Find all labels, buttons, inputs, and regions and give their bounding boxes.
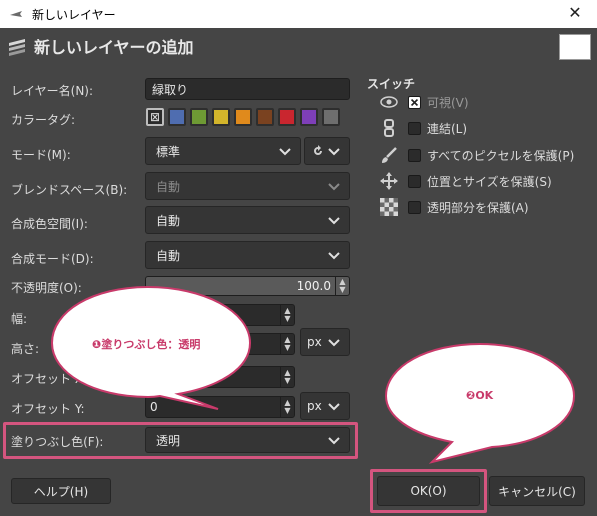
switch-visible[interactable]: 可視(V) <box>380 93 469 111</box>
close-icon[interactable]: ✕ <box>565 3 585 22</box>
chevron-down-icon <box>328 217 340 225</box>
reset-icon <box>314 145 322 155</box>
blend-space-value: 自動 <box>156 179 181 194</box>
mode-label: モード(M): <box>11 148 71 162</box>
cancel-button[interactable]: キャンセル(C) <box>489 476 585 506</box>
lock-alpha-checkbox[interactable] <box>408 200 421 214</box>
opacity-stepper[interactable]: ▲ ▼ <box>335 277 349 295</box>
linked-label: 連結(L) <box>427 121 468 136</box>
dialog-header: 新しいレイヤーの追加 <box>0 28 597 68</box>
size-unit-select[interactable]: px <box>300 328 350 356</box>
width-stepper[interactable]: ▲ ▼ <box>280 305 294 325</box>
offset-y-stepper[interactable]: ▲ ▼ <box>280 397 294 417</box>
color-tag-none[interactable]: ⊠ <box>146 108 164 126</box>
color-tag-gray[interactable] <box>322 108 340 126</box>
blend-space-select[interactable]: 自動 <box>145 172 350 200</box>
composite-space-value: 自動 <box>156 213 181 228</box>
callout-fill-text: ❶塗りつぶし色：透明 <box>92 338 201 351</box>
color-tag-yellow[interactable] <box>212 108 230 126</box>
switch-lock-pixels[interactable]: すべてのピクセルを保護(P) <box>380 146 574 164</box>
fill-highlight-frame <box>3 422 358 459</box>
switch-lock-alpha[interactable]: 透明部分を保護(A) <box>380 198 529 216</box>
switch-lock-position[interactable]: 位置とサイズを保護(S) <box>380 172 552 190</box>
color-tag-group: ⊠ <box>146 108 344 126</box>
layer-name-input[interactable]: 緑取り <box>145 78 350 100</box>
lock-pixels-checkbox[interactable] <box>408 148 421 162</box>
offset-unit-select[interactable]: px <box>300 392 350 420</box>
layer-preview <box>559 34 591 60</box>
switch-linked[interactable]: 連結(L) <box>380 119 467 137</box>
color-tag-violet[interactable] <box>300 108 318 126</box>
mode-reset-select[interactable] <box>304 137 350 165</box>
lock-position-label: 位置とサイズを保護(S) <box>427 174 552 189</box>
dialog-title: 新しいレイヤーの追加 <box>34 38 194 57</box>
chevron-down-icon <box>328 252 340 260</box>
mode-select[interactable]: 標準 <box>145 137 301 165</box>
color-tag-brown[interactable] <box>256 108 274 126</box>
chevron-down-icon <box>328 403 340 411</box>
visible-checkbox[interactable] <box>408 95 421 109</box>
chevron-down-icon <box>279 148 291 156</box>
window-title: 新しいレイヤー <box>32 7 116 22</box>
window-titlebar: 新しいレイヤー ✕ <box>0 0 597 28</box>
color-tag-orange[interactable] <box>234 108 252 126</box>
height-stepper[interactable]: ▲ ▼ <box>280 334 294 354</box>
offset-x-stepper[interactable]: ▲ ▼ <box>280 367 294 387</box>
chain-icon <box>384 119 394 137</box>
color-tag-blue[interactable] <box>168 108 186 126</box>
callout-ok-bubble <box>384 342 576 464</box>
eye-icon <box>380 96 398 108</box>
layers-icon <box>9 39 25 56</box>
linked-checkbox[interactable] <box>408 121 421 135</box>
chevron-down-icon <box>328 339 340 347</box>
width-label: 幅: <box>11 312 28 326</box>
help-button[interactable]: ヘルプ(H) <box>11 478 111 504</box>
ok-highlight-frame <box>370 469 487 513</box>
layer-name-label: レイヤー名(N): <box>11 84 94 98</box>
height-label: 高さ: <box>11 342 40 356</box>
move-icon <box>380 172 398 190</box>
composite-space-select[interactable]: 自動 <box>145 206 350 234</box>
blend-space-label: ブレンドスペース(B): <box>11 183 128 197</box>
chevron-down-icon <box>328 183 340 191</box>
chevron-down-icon <box>328 148 340 156</box>
visible-label: 可視(V) <box>427 95 469 110</box>
opacity-value: 100.0 <box>296 279 331 293</box>
lock-position-checkbox[interactable] <box>408 174 421 188</box>
checker-icon <box>380 198 398 216</box>
color-tag-red[interactable] <box>278 108 296 126</box>
composite-mode-value: 自動 <box>156 248 181 263</box>
color-tag-green[interactable] <box>190 108 208 126</box>
lock-pixels-label: すべてのピクセルを保護(P) <box>427 148 575 163</box>
color-tag-label: カラータグ: <box>11 113 76 127</box>
composite-mode-label: 合成モード(D): <box>11 252 94 266</box>
brush-icon <box>382 147 397 163</box>
switches-title: スイッチ <box>367 77 416 91</box>
composite-space-label: 合成色空間(I): <box>11 217 88 231</box>
size-unit-value: px <box>307 335 322 349</box>
lock-alpha-label: 透明部分を保護(A) <box>427 200 529 215</box>
composite-mode-select[interactable]: 自動 <box>145 241 350 269</box>
mode-value: 標準 <box>156 144 181 159</box>
offset-unit-value: px <box>307 399 322 413</box>
callout-ok-text: ❷OK <box>466 389 494 402</box>
gimp-app-icon <box>10 11 22 17</box>
